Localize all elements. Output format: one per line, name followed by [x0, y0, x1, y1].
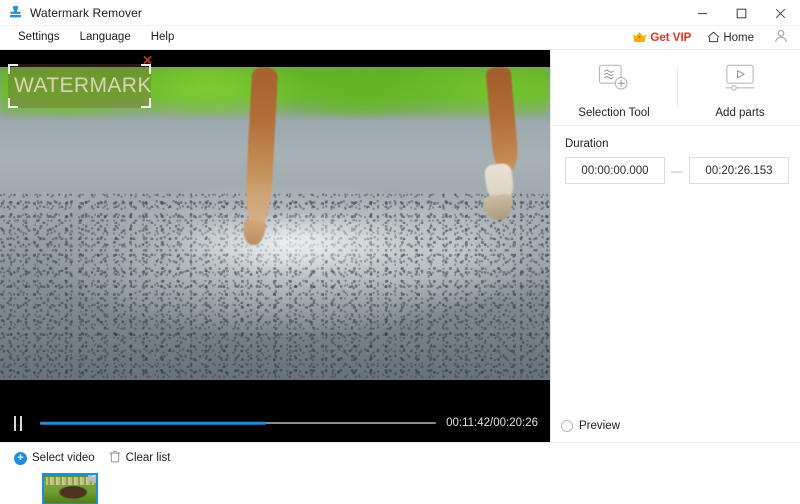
preview-toggle[interactable]: Preview: [561, 420, 620, 432]
duration-block: Duration 00:00:00.000 — 00:20:26.153: [551, 126, 800, 184]
remove-selection-icon[interactable]: ✕: [141, 54, 154, 67]
menu-item-language[interactable]: Language: [70, 29, 141, 47]
duration-end-input[interactable]: 00:20:26.153: [689, 157, 789, 184]
home-icon: [707, 31, 720, 46]
selection-tool-button[interactable]: Selection Tool: [551, 50, 677, 125]
crown-icon: [632, 31, 647, 46]
menu-bar-right: Get VIP Home: [626, 26, 794, 50]
get-vip-label: Get VIP: [650, 32, 691, 44]
select-video-button[interactable]: + Select video: [14, 452, 95, 465]
progress-fill: [40, 422, 266, 425]
select-video-label: Select video: [32, 452, 95, 464]
tools-panel: Selection Tool Add parts Duratio: [550, 50, 800, 442]
watermark-text: WATERMARK: [14, 74, 152, 98]
progress-scrubber[interactable]: [40, 417, 436, 429]
bottom-bar: + Select video Clear list ✕: [0, 442, 800, 504]
window-title: Watermark Remover: [30, 6, 142, 20]
selection-handle-bottom-right[interactable]: [141, 98, 151, 108]
pause-icon[interactable]: [14, 416, 30, 431]
stamp-icon: [8, 5, 23, 20]
tools-row: Selection Tool Add parts: [551, 50, 800, 126]
selection-handle-bottom-left[interactable]: [8, 98, 18, 108]
menu-item-settings[interactable]: Settings: [8, 29, 70, 47]
trash-icon: [109, 450, 121, 466]
video-frame: [0, 67, 550, 380]
plus-circle-icon: +: [14, 452, 27, 465]
duration-separator: —: [665, 164, 689, 178]
home-label: Home: [723, 32, 754, 44]
selection-tool-icon: [597, 63, 631, 98]
player-timecode: 00:11:42/00:20:26: [446, 417, 542, 429]
add-parts-button[interactable]: Add parts: [677, 50, 800, 125]
maximize-button[interactable]: [722, 0, 761, 26]
selection-handle-top-left[interactable]: [8, 64, 18, 74]
video-canvas[interactable]: WATERMARK ✕: [0, 50, 550, 404]
duration-row: 00:00:00.000 — 00:20:26.153: [565, 157, 789, 184]
video-thumbnail-item[interactable]: ✕: [42, 473, 98, 504]
dust-cloud: [165, 211, 418, 274]
video-list: ✕: [14, 473, 790, 504]
preview-label: Preview: [579, 420, 620, 432]
title-bar-left: Watermark Remover: [0, 5, 142, 20]
add-parts-label: Add parts: [715, 107, 764, 119]
app-window: Watermark Remover Settings Language Help: [0, 0, 800, 504]
player-controls: 00:11:42/00:20:26: [0, 404, 550, 442]
preview-radio-icon[interactable]: [561, 420, 573, 432]
duration-start-input[interactable]: 00:00:00.000: [565, 157, 665, 184]
minimize-button[interactable]: [683, 0, 722, 26]
clear-list-button[interactable]: Clear list: [109, 450, 171, 466]
clear-list-label: Clear list: [126, 452, 171, 464]
account-icon: [774, 29, 788, 48]
selection-tool-label: Selection Tool: [578, 107, 649, 119]
close-button[interactable]: [761, 0, 800, 26]
menu-bar: Settings Language Help Get VIP: [0, 26, 800, 50]
bottom-actions: + Select video Clear list: [14, 450, 790, 466]
watermark-selection-box[interactable]: WATERMARK ✕: [8, 64, 151, 108]
menu-item-help[interactable]: Help: [141, 29, 185, 47]
title-bar: Watermark Remover: [0, 0, 800, 26]
account-button[interactable]: [764, 27, 794, 50]
add-parts-icon: [723, 63, 757, 98]
duration-label: Duration: [565, 138, 789, 150]
window-controls: [683, 0, 800, 26]
main-area: WATERMARK ✕ 00:11:42/00:20:26: [0, 50, 800, 442]
home-button[interactable]: Home: [699, 29, 762, 48]
get-vip-button[interactable]: Get VIP: [626, 29, 697, 48]
video-stage: WATERMARK ✕ 00:11:42/00:20:26: [0, 50, 550, 442]
